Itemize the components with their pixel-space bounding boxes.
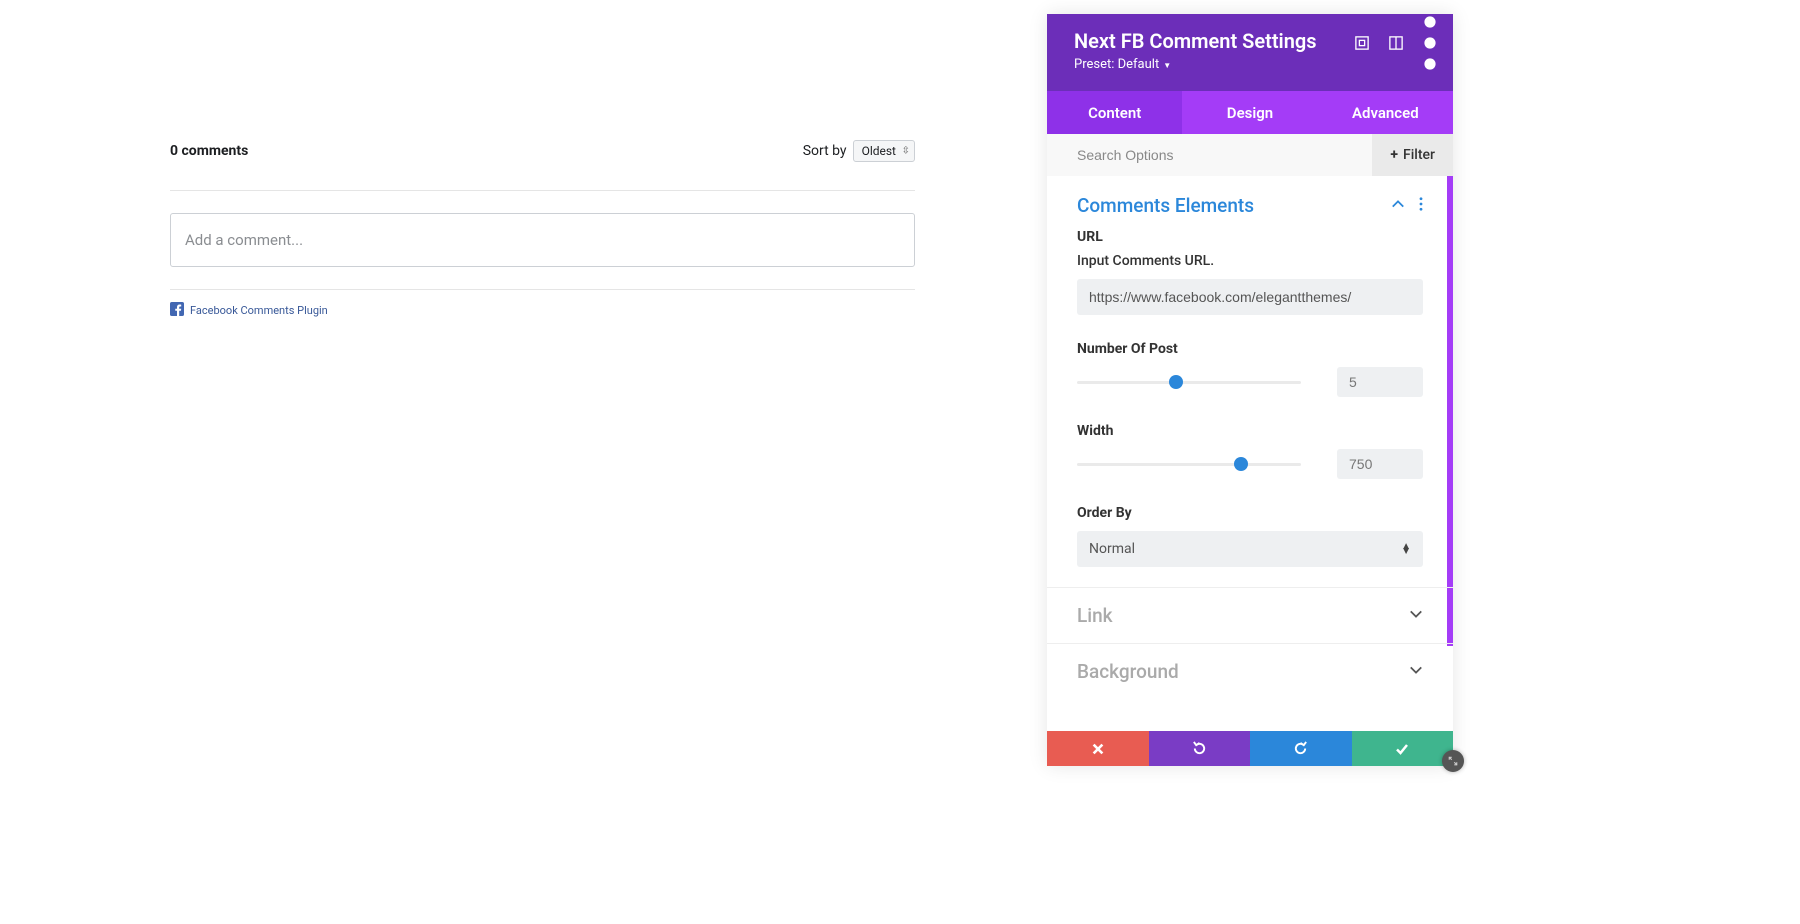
width-slider-row [1077, 449, 1423, 479]
section-title: Background [1077, 660, 1179, 683]
cancel-button[interactable] [1047, 731, 1149, 766]
filter-button[interactable]: + Filter [1372, 134, 1453, 176]
search-bar: + Filter [1047, 134, 1453, 176]
filter-label: Filter [1403, 147, 1435, 163]
caret-down-icon: ▼ [1163, 61, 1171, 70]
tab-design[interactable]: Design [1182, 91, 1317, 134]
section-title: Link [1077, 604, 1113, 627]
order-by-select[interactable]: Normal ▲▼ [1077, 531, 1423, 567]
add-comment-input[interactable]: Add a comment... [170, 213, 915, 267]
panel-header-actions [1355, 36, 1437, 50]
sort-by: Sort by Oldest [803, 140, 915, 162]
url-sublabel: Input Comments URL. [1077, 253, 1423, 269]
section-icons [1391, 196, 1423, 215]
slider-thumb[interactable] [1169, 375, 1183, 389]
panel-footer [1047, 731, 1453, 766]
section-comments-elements-body: URL Input Comments URL. Number Of Post W… [1047, 227, 1453, 587]
section-comments-elements-header[interactable]: Comments Elements [1047, 176, 1453, 227]
panel-body: Comments Elements URL Input Comments URL… [1047, 176, 1453, 731]
facebook-icon [170, 302, 184, 319]
panel-tabs: Content Design Advanced [1047, 91, 1453, 134]
url-input[interactable] [1077, 279, 1423, 315]
search-input[interactable] [1047, 147, 1372, 163]
sort-dropdown[interactable]: Oldest [853, 140, 915, 162]
num-post-slider-row [1077, 367, 1423, 397]
sort-selected-value: Oldest [862, 144, 896, 158]
fb-comments-preview: 0 comments Sort by Oldest Add a comment.… [170, 140, 915, 319]
order-by-label: Order By [1077, 505, 1423, 521]
redo-button[interactable] [1250, 731, 1352, 766]
order-by-value: Normal [1089, 541, 1135, 557]
panel-header: Next FB Comment Settings Preset: Default… [1047, 14, 1453, 91]
width-label: Width [1077, 423, 1423, 439]
section-background-header[interactable]: Background [1047, 643, 1453, 699]
panel-scroll[interactable]: Comments Elements URL Input Comments URL… [1047, 176, 1453, 731]
preview-topbar: 0 comments Sort by Oldest [170, 140, 915, 162]
num-post-label: Number Of Post [1077, 341, 1423, 357]
divider [170, 289, 915, 290]
preset-dropdown[interactable]: Preset: Default ▼ [1074, 57, 1434, 72]
tab-advanced[interactable]: Advanced [1318, 91, 1453, 134]
settings-panel: Next FB Comment Settings Preset: Default… [1047, 14, 1453, 766]
chevron-down-icon [1409, 662, 1423, 681]
section-link-header[interactable]: Link [1047, 587, 1453, 643]
undo-button[interactable] [1149, 731, 1251, 766]
preset-label: Preset: Default [1074, 57, 1159, 72]
chevron-down-icon [1409, 606, 1423, 625]
slider-thumb[interactable] [1234, 457, 1248, 471]
width-slider[interactable] [1077, 463, 1301, 466]
expand-icon[interactable] [1355, 36, 1369, 50]
more-icon[interactable] [1419, 196, 1423, 215]
num-post-slider[interactable] [1077, 381, 1301, 384]
plus-icon: + [1390, 147, 1398, 163]
section-title: Comments Elements [1077, 194, 1254, 217]
fb-plugin-label: Facebook Comments Plugin [190, 304, 328, 317]
select-arrows-icon: ▲▼ [1401, 544, 1411, 554]
url-label: URL [1077, 229, 1423, 245]
expand-builder-button[interactable] [1442, 750, 1464, 772]
sort-by-label: Sort by [803, 143, 847, 159]
more-icon[interactable] [1423, 36, 1437, 50]
save-button[interactable] [1352, 731, 1454, 766]
chevron-up-icon [1391, 196, 1405, 215]
layout-icon[interactable] [1389, 36, 1403, 50]
divider [170, 190, 915, 191]
comment-count: 0 comments [170, 143, 248, 159]
width-value-input[interactable] [1337, 449, 1423, 479]
num-post-value-input[interactable] [1337, 367, 1423, 397]
fb-plugin-link[interactable]: Facebook Comments Plugin [170, 302, 915, 319]
tab-content[interactable]: Content [1047, 91, 1182, 134]
